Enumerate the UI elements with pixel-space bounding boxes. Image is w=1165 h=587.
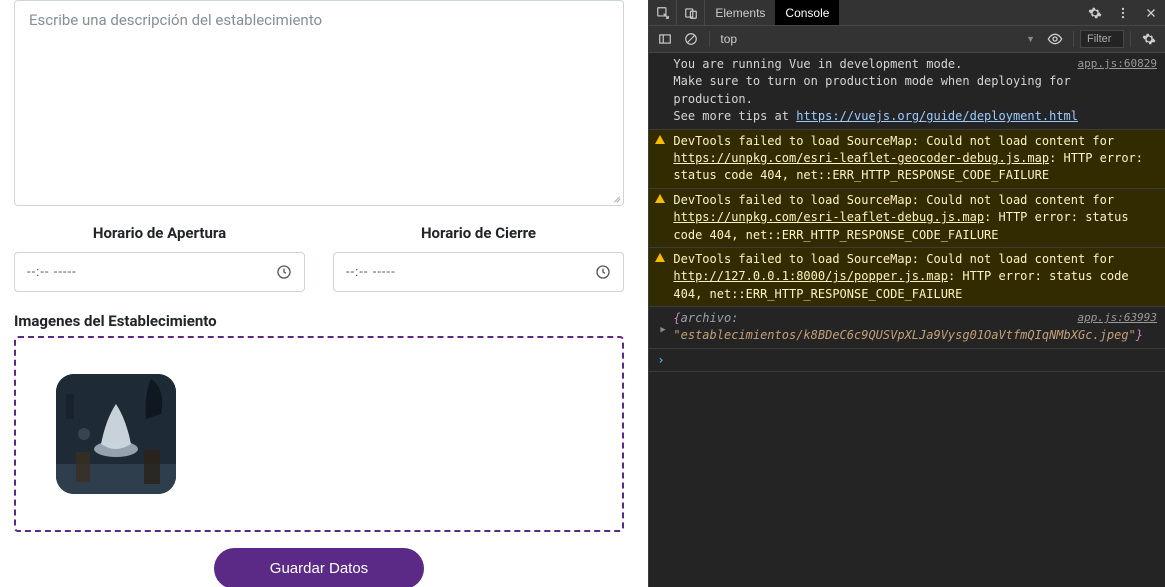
settings-icon[interactable]: [1137, 32, 1161, 46]
context-value: top: [720, 32, 737, 46]
uploaded-image-thumb[interactable]: [56, 374, 176, 494]
context-select[interactable]: top ▼: [716, 32, 1041, 46]
tab-console[interactable]: Console: [775, 0, 839, 25]
tab-elements[interactable]: Elements: [705, 0, 775, 25]
close-time-input[interactable]: --:-- -----: [333, 252, 624, 292]
vue-docs-link[interactable]: https://vuejs.org/guide/deployment.html: [796, 109, 1078, 123]
console-output[interactable]: app.js:60829 You are running Vue in deve…: [649, 53, 1165, 587]
console-warning: DevTools failed to load SourceMap: Could…: [649, 248, 1165, 307]
console-prompt[interactable]: ›: [649, 349, 1165, 372]
expand-arrow-icon[interactable]: ▶: [660, 324, 665, 337]
devtools-tabbar: Elements Console: [649, 0, 1165, 26]
open-hour-col: Horario de Apertura --:-- -----: [14, 224, 305, 292]
sourcemap-link[interactable]: https://unpkg.com/esri-leaflet-debug.js.…: [673, 210, 984, 224]
device-toggle-icon[interactable]: [677, 0, 705, 25]
sourcemap-link[interactable]: http://127.0.0.1:8000/js/popper.js.map: [673, 269, 948, 283]
open-hour-label: Horario de Apertura: [14, 224, 305, 242]
description-field-wrap: [14, 0, 624, 206]
close-hour-col: Horario de Cierre --:-- -----: [333, 224, 624, 292]
console-warning: DevTools failed to load SourceMap: Could…: [649, 130, 1165, 189]
filter-input[interactable]: Filter: [1080, 30, 1124, 48]
sidebar-toggle-icon[interactable]: [653, 32, 677, 46]
prompt-caret-icon: ›: [657, 353, 664, 367]
source-link[interactable]: app.js:63993: [1078, 310, 1157, 326]
console-object[interactable]: app.js:63993 ▶ {archivo: "establecimient…: [649, 307, 1165, 349]
close-hour-label: Horario de Cierre: [333, 224, 624, 242]
chevron-down-icon: ▼: [1026, 34, 1035, 44]
settings-icon[interactable]: [1081, 0, 1109, 25]
images-label: Imagenes del Establecimiento: [14, 312, 624, 330]
more-icon[interactable]: [1109, 0, 1137, 25]
eye-icon[interactable]: [1043, 31, 1067, 47]
image-dropzone[interactable]: [14, 336, 624, 532]
console-message: app.js:60829 You are running Vue in deve…: [649, 53, 1165, 130]
hours-row: Horario de Apertura --:-- ----- Horario …: [14, 224, 624, 292]
save-button[interactable]: Guardar Datos: [214, 548, 424, 587]
clear-console-icon[interactable]: [679, 32, 703, 46]
open-time-input[interactable]: --:-- -----: [14, 252, 305, 292]
source-link[interactable]: app.js:60829: [1078, 56, 1157, 72]
console-toolbar: top ▼ Filter: [649, 26, 1165, 53]
devtools-panel: Elements Console top ▼ Filter: [648, 0, 1165, 587]
close-time-value: --:-- -----: [346, 265, 396, 280]
submit-row: Guardar Datos: [14, 548, 624, 587]
app-viewport[interactable]: Horario de Apertura --:-- ----- Horario …: [0, 0, 648, 587]
close-icon[interactable]: [1137, 0, 1165, 25]
inspect-icon[interactable]: [649, 0, 677, 25]
sourcemap-link[interactable]: https://unpkg.com/esri-leaflet-geocoder-…: [673, 151, 1049, 165]
open-time-value: --:-- -----: [27, 265, 77, 280]
description-textarea[interactable]: [15, 1, 623, 205]
clock-icon: [276, 264, 292, 280]
clock-icon: [595, 264, 611, 280]
form-container: Horario de Apertura --:-- ----- Horario …: [14, 0, 624, 587]
console-warning: DevTools failed to load SourceMap: Could…: [649, 189, 1165, 248]
